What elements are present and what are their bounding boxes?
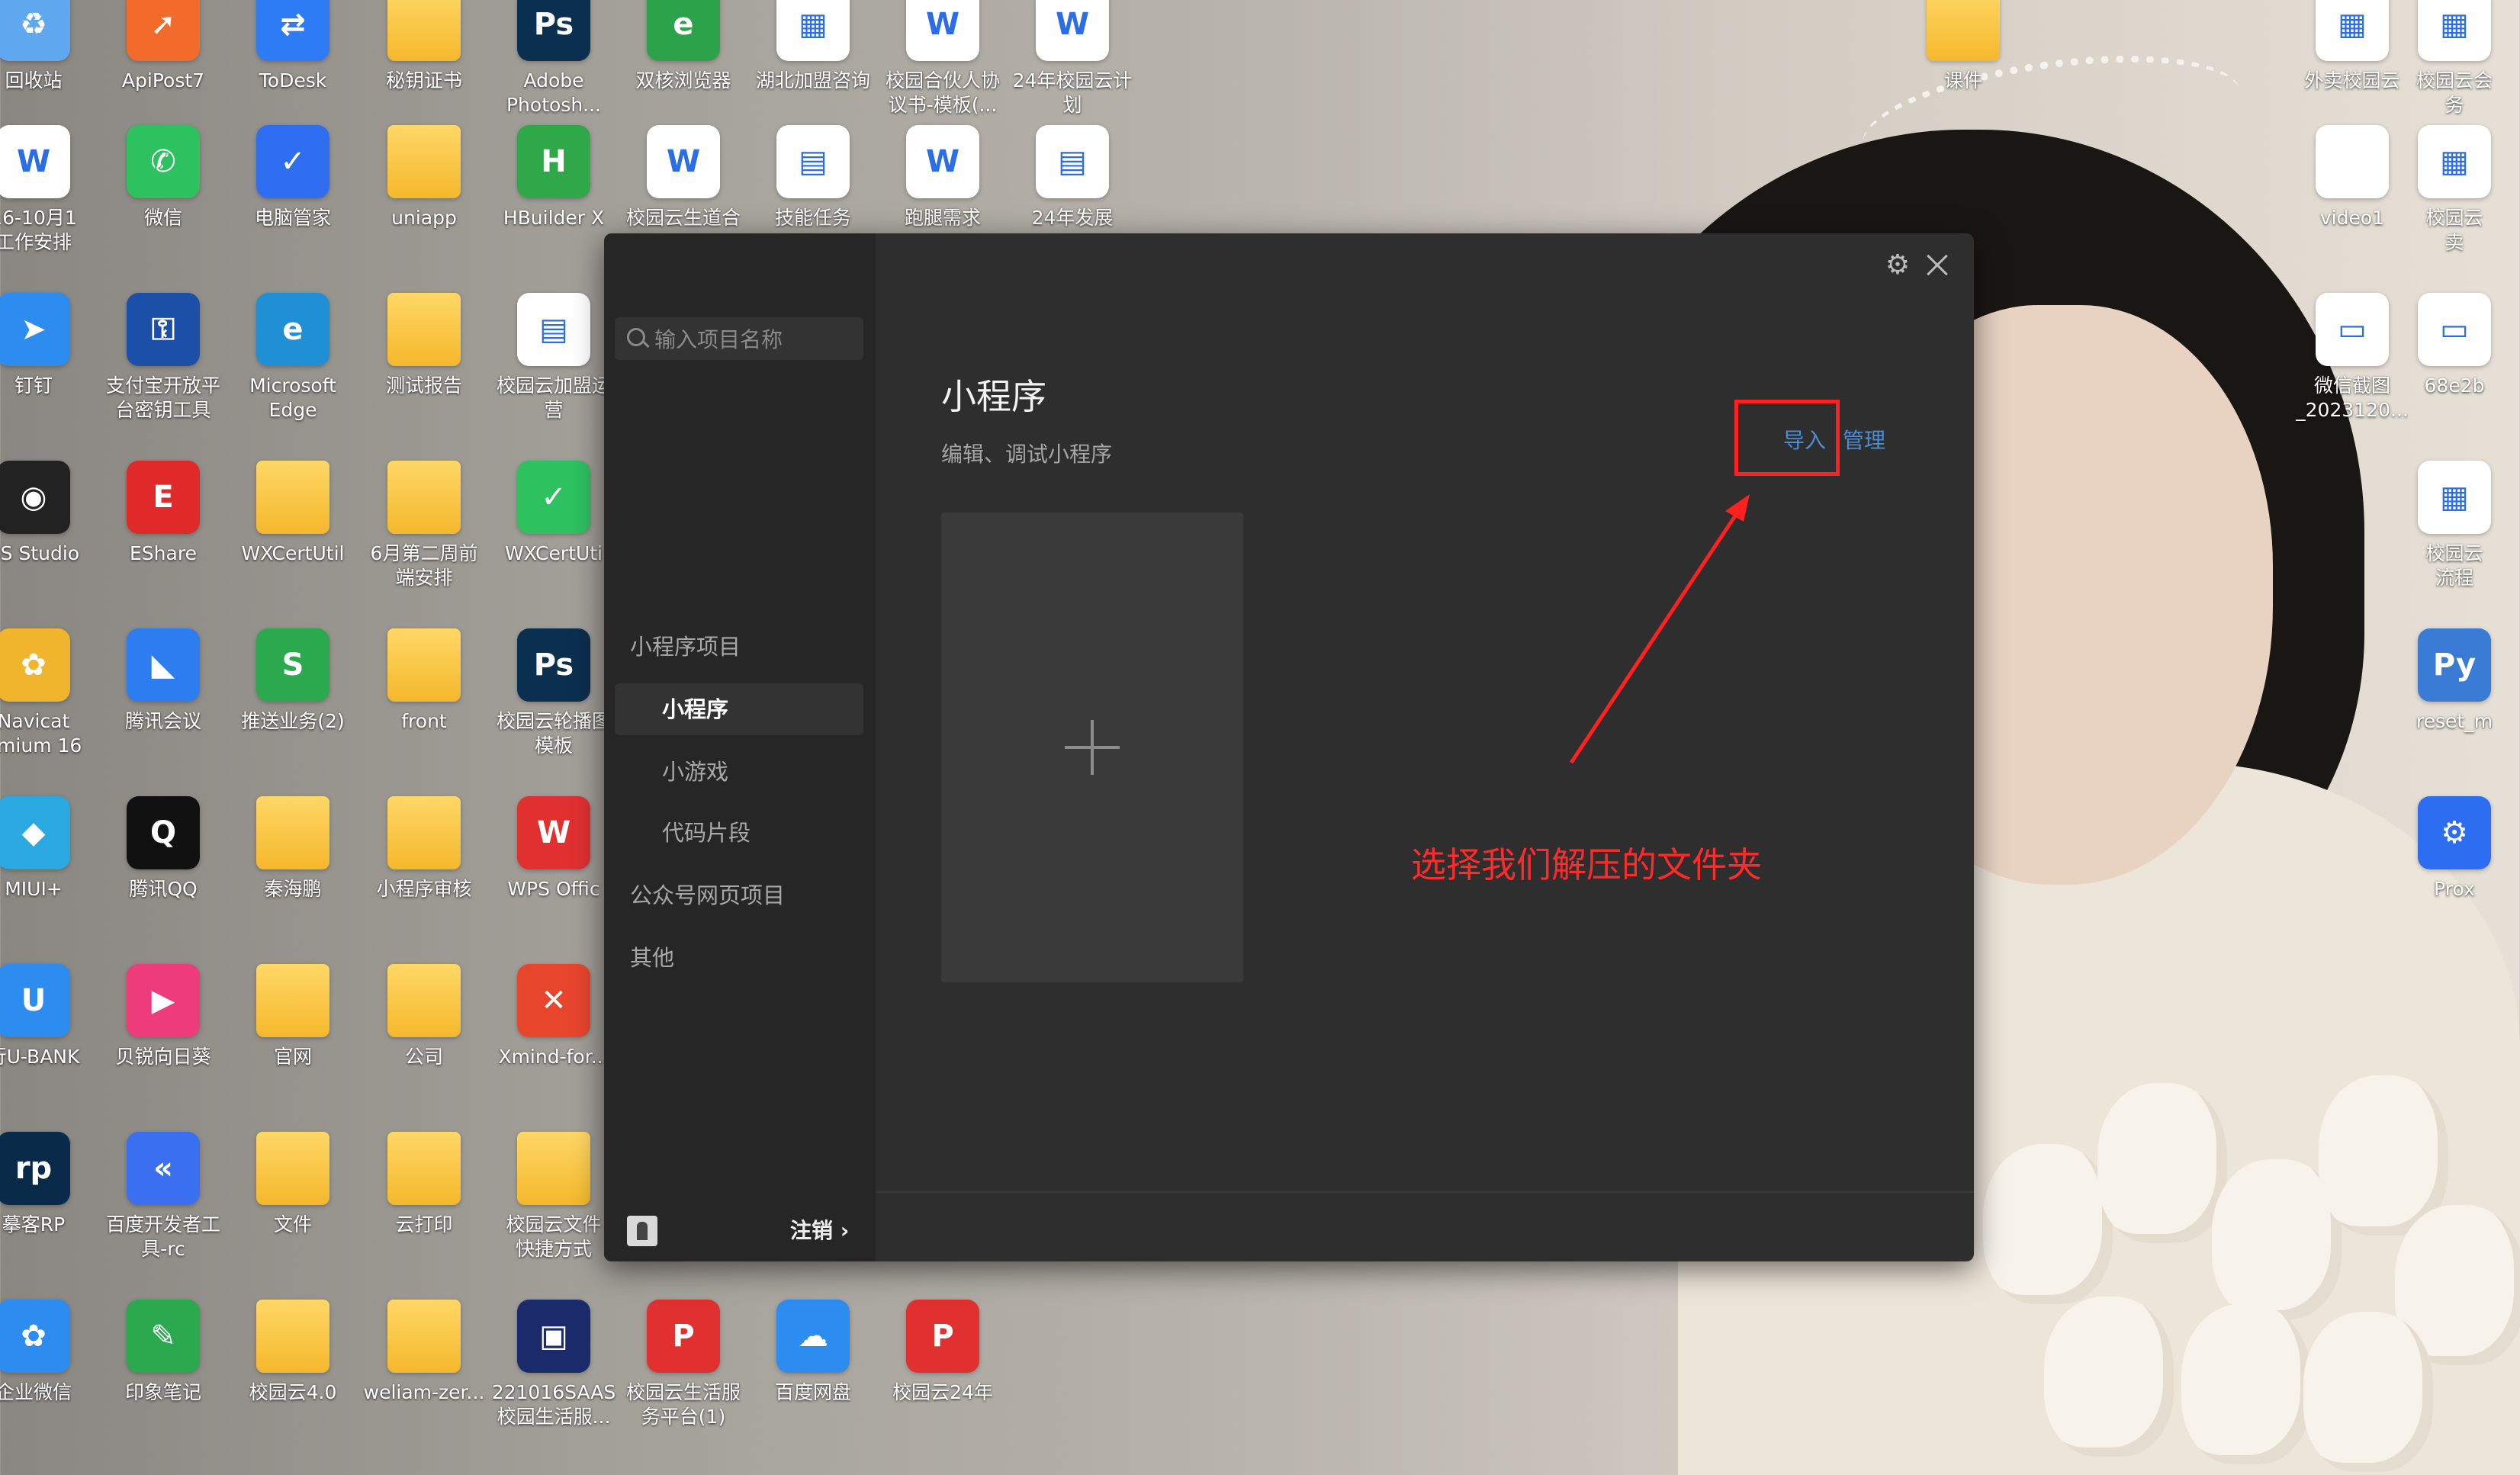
annotation-arrow-line — [1569, 506, 1743, 764]
annotation-text: 选择我们解压的文件夹 — [1411, 844, 1762, 885]
annotation-arrow — [1569, 494, 1750, 764]
annotation-arrow-head — [1725, 494, 1750, 522]
